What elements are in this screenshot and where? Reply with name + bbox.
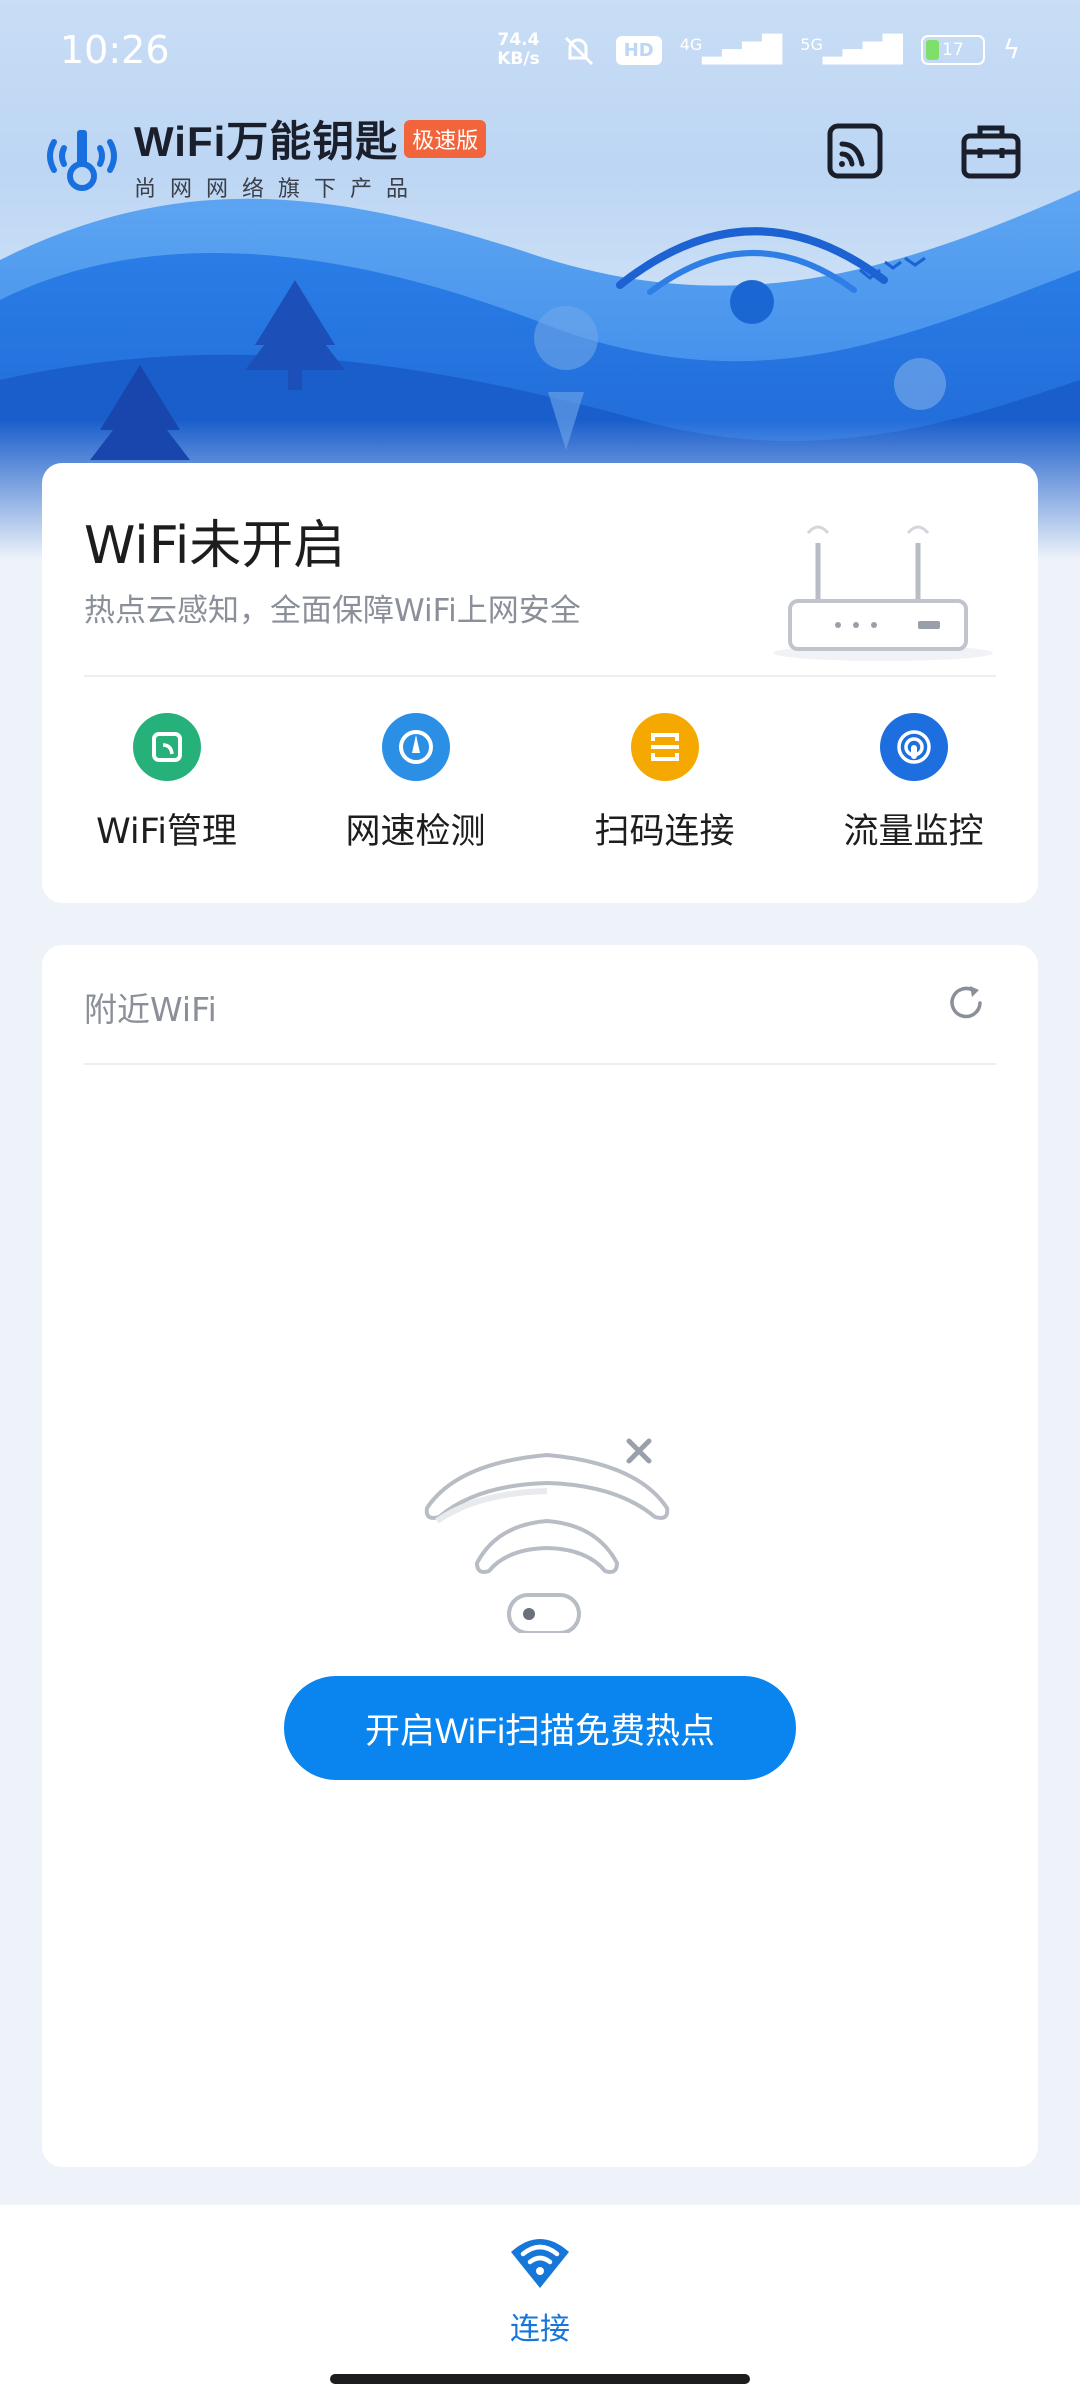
signal-4g-icon: 4G▂▄▆█ [679, 35, 783, 65]
status-icons: 74.4 KB/s HD 4G▂▄▆█ 5G▂▄▆█ 17 ϟ [497, 31, 1020, 69]
tool-speed-test[interactable]: 网速检测 [291, 713, 540, 854]
status-time: 10:26 [60, 28, 170, 72]
battery-icon: 17 [920, 35, 985, 65]
nav-label-connect: 连接 [510, 2312, 570, 2347]
tool-wifi-manage[interactable]: WiFi管理 [42, 713, 291, 854]
tool-label: WiFi管理 [96, 812, 237, 852]
wifi-status-title: WiFi未开启 [84, 516, 346, 576]
app-subtitle: 尚网网络旗下产品 [134, 177, 423, 202]
tool-label: 流量监控 [843, 812, 984, 852]
charging-icon: ϟ [1002, 35, 1020, 65]
tool-label: 扫码连接 [594, 812, 735, 852]
wifi-status-card: WiFi未开启 热点云感知，全面保障WiFi上网安全 WiFi管理 网速检测 扫… [42, 463, 1038, 903]
refresh-icon[interactable] [944, 981, 988, 1025]
home-indicator[interactable] [330, 2374, 750, 2384]
app-brand: WiFi万能钥匙 极速版 尚网网络旗下产品 [40, 108, 487, 203]
nearby-wifi-title: 附近WiFi [84, 990, 217, 1029]
nav-item-connect[interactable]: 连接 [490, 2230, 590, 2348]
tool-traffic-monitor[interactable]: 流量监控 [789, 713, 1038, 854]
tool-label: 网速检测 [345, 812, 486, 852]
wifi-manage-icon [132, 713, 201, 781]
battery-level: 17 [942, 40, 964, 60]
network-speed: 74.4 KB/s [497, 31, 539, 69]
status-bar: 10:26 74.4 KB/s HD 4G▂▄▆█ 5G▂▄▆█ 17 ϟ [0, 0, 1080, 100]
hd-badge: HD [615, 35, 662, 65]
wifi-key-logo-icon [47, 129, 117, 191]
router-icon [773, 525, 993, 661]
card-divider [84, 675, 996, 677]
nearby-wifi-card: 附近WiFi 开启WiFi扫描免费热点 [42, 945, 1038, 2167]
signal-5g-icon: 5G▂▄▆█ [800, 35, 903, 65]
bottom-navigation: 连接 [0, 2205, 1080, 2400]
tool-scan-connect[interactable]: 扫码连接 [540, 713, 789, 854]
wifi-share-icon[interactable] [824, 118, 888, 182]
edition-badge: 极速版 [404, 119, 487, 158]
network-speed-value: 74.4 [497, 30, 540, 50]
network-speed-unit: KB/s [497, 49, 540, 69]
speed-test-icon [381, 713, 450, 781]
card-divider [84, 1063, 996, 1065]
wifi-status-subtitle: 热点云感知，全面保障WiFi上网安全 [84, 593, 581, 629]
tool-grid: WiFi管理 网速检测 扫码连接 流量监控 [42, 713, 1038, 854]
open-wifi-scan-button[interactable]: 开启WiFi扫描免费热点 [284, 1676, 796, 1780]
traffic-monitor-icon [879, 713, 948, 781]
app-title: WiFi万能钥匙 [134, 118, 399, 165]
scan-connect-icon [630, 713, 699, 781]
toolbox-icon[interactable] [960, 118, 1024, 182]
mute-bell-icon [564, 36, 593, 66]
wifi-disconnected-icon [424, 1438, 670, 1633]
wifi-connect-icon [511, 2239, 569, 2288]
